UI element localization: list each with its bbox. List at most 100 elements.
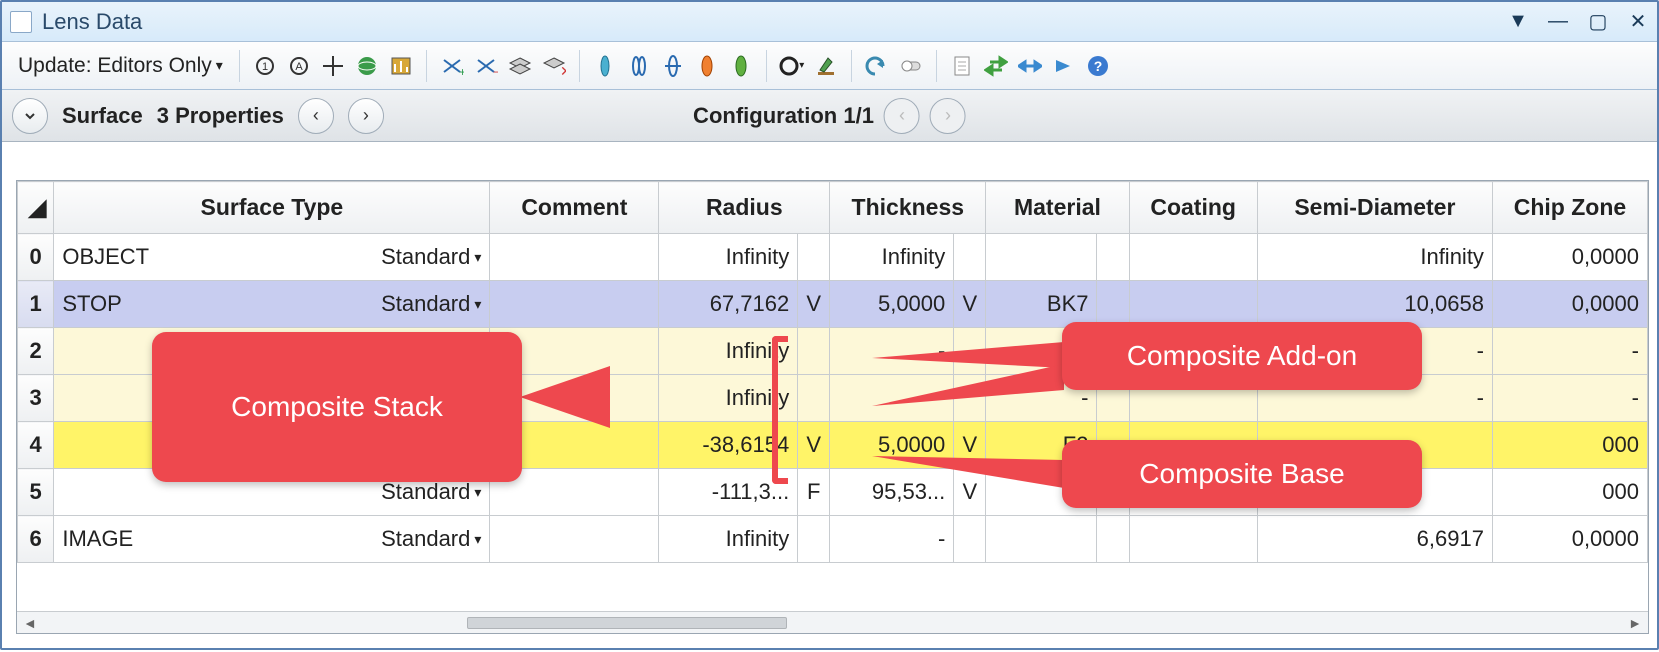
undo-icon[interactable] [862,51,892,81]
radius-cell[interactable]: Infinity [659,234,798,281]
row-index[interactable]: 4 [18,422,54,469]
surface-type-dropdown[interactable]: Standard▾ [381,526,481,552]
chip-zone-cell[interactable]: 0,0000 [1492,234,1647,281]
lens-aperture-icon[interactable] [658,51,688,81]
coating-cell[interactable] [1129,281,1257,328]
lens-single-icon[interactable] [590,51,620,81]
radius-flag-cell[interactable]: V [798,422,830,469]
chip-zone-cell[interactable]: 000 [1492,422,1647,469]
col-material[interactable]: Material [986,182,1129,234]
chip-zone-cell[interactable]: 000 [1492,469,1647,516]
close-button[interactable]: ✕ [1627,11,1649,33]
comment-cell[interactable] [490,516,659,563]
help-icon[interactable]: ? [1083,51,1113,81]
scroll-right-icon[interactable]: ► [1628,615,1642,631]
material-flag-cell[interactable] [1097,516,1129,563]
swap-icon[interactable] [981,51,1011,81]
chart-icon[interactable] [386,51,416,81]
lens-green-icon[interactable] [726,51,756,81]
radius-flag-cell[interactable] [798,328,830,375]
expand-h-icon[interactable] [1015,51,1045,81]
material-flag-cell[interactable] [1097,281,1129,328]
row-index[interactable]: 2 [18,328,54,375]
next-surface-button[interactable]: › [348,98,384,134]
radius-flag-cell[interactable] [798,375,830,422]
refresh-1-icon[interactable]: 1 [250,51,280,81]
col-comment[interactable]: Comment [490,182,659,234]
radius-flag-cell[interactable] [798,234,830,281]
stack-delete-icon[interactable]: ✕ [539,51,569,81]
col-surface-type[interactable]: Surface Type [54,182,490,234]
thickness-cell[interactable]: - [830,375,954,422]
radius-flag-cell[interactable] [798,516,830,563]
thickness-flag-cell[interactable]: V [954,422,986,469]
update-mode-dropdown[interactable]: Update: Editors Only ▾ [12,52,229,80]
surface-type-cell[interactable]: IMAGEStandard▾ [54,516,490,563]
row-index[interactable]: 6 [18,516,54,563]
globe-icon[interactable] [352,51,382,81]
next-config-button[interactable]: › [930,98,966,134]
thickness-flag-cell[interactable]: V [954,469,986,516]
crosshair-icon[interactable] [318,51,348,81]
semi-diameter-cell[interactable]: 10,0658 [1257,281,1492,328]
semi-diameter-cell[interactable]: 6,6917 [1257,516,1492,563]
thickness-flag-cell[interactable]: V [954,281,986,328]
col-radius[interactable]: Radius [659,182,830,234]
lens-double-icon[interactable] [624,51,654,81]
surface-type-dropdown[interactable]: Standard▾ [381,291,481,317]
split-remove-icon[interactable]: − [471,51,501,81]
maximize-button[interactable]: ▢ [1587,11,1609,33]
surface-type-dropdown[interactable]: Standard▾ [381,244,481,270]
expand-properties-button[interactable] [12,98,48,134]
surface-type-cell[interactable]: OBJECTStandard▾ [54,234,490,281]
brush-icon[interactable] [811,51,841,81]
surface-type-dropdown[interactable]: Standard▾ [381,479,481,505]
thickness-flag-cell[interactable] [954,328,986,375]
thickness-cell[interactable]: 95,53... [830,469,954,516]
table-row[interactable]: 1STOPStandard▾67,7162V5,0000VBK710,06580… [18,281,1648,328]
thickness-cell[interactable]: - [830,328,954,375]
chip-zone-cell[interactable]: 0,0000 [1492,281,1647,328]
row-index[interactable]: 3 [18,375,54,422]
radius-cell[interactable]: 67,7162 [659,281,798,328]
document-icon[interactable] [947,51,977,81]
radius-flag-cell[interactable]: V [798,281,830,328]
coating-cell[interactable] [1129,234,1257,281]
lens-color-icon[interactable] [692,51,722,81]
thickness-cell[interactable]: - [830,516,954,563]
surface-type-cell[interactable]: STOPStandard▾ [54,281,490,328]
next-icon[interactable] [1049,51,1079,81]
prev-config-button[interactable]: ‹ [884,98,920,134]
scroll-left-icon[interactable]: ◄ [23,615,37,631]
comment-cell[interactable] [490,234,659,281]
thickness-cell[interactable]: Infinity [830,234,954,281]
col-semi-diameter[interactable]: Semi-Diameter [1257,182,1492,234]
col-chip-zone[interactable]: Chip Zone [1492,182,1647,234]
row-index[interactable]: 5 [18,469,54,516]
chip-zone-cell[interactable]: - [1492,328,1647,375]
radius-flag-cell[interactable]: F [798,469,830,516]
material-cell[interactable]: BK7 [986,281,1097,328]
horizontal-scrollbar[interactable]: ◄ ► [17,611,1648,633]
thickness-flag-cell[interactable] [954,234,986,281]
material-flag-cell[interactable] [1097,234,1129,281]
comment-cell[interactable] [490,281,659,328]
scrollbar-thumb[interactable] [467,617,787,629]
material-cell[interactable] [986,516,1097,563]
table-row[interactable]: 6IMAGEStandard▾Infinity-6,69170,0000 [18,516,1648,563]
material-cell[interactable] [986,234,1097,281]
refresh-a-icon[interactable]: A [284,51,314,81]
split-add-icon[interactable]: + [437,51,467,81]
table-row[interactable]: 0OBJECTStandard▾InfinityInfinityInfinity… [18,234,1648,281]
stack-icon[interactable] [505,51,535,81]
thickness-flag-cell[interactable] [954,375,986,422]
thickness-flag-cell[interactable] [954,516,986,563]
row-index[interactable]: 0 [18,234,54,281]
minimize-button[interactable]: — [1547,11,1569,33]
thickness-cell[interactable]: 5,0000 [830,422,954,469]
col-coating[interactable]: Coating [1129,182,1257,234]
menu-dropdown-icon[interactable]: ▼ [1507,11,1529,33]
row-index[interactable]: 1 [18,281,54,328]
prev-surface-button[interactable]: ‹ [298,98,334,134]
col-thickness[interactable]: Thickness [830,182,986,234]
